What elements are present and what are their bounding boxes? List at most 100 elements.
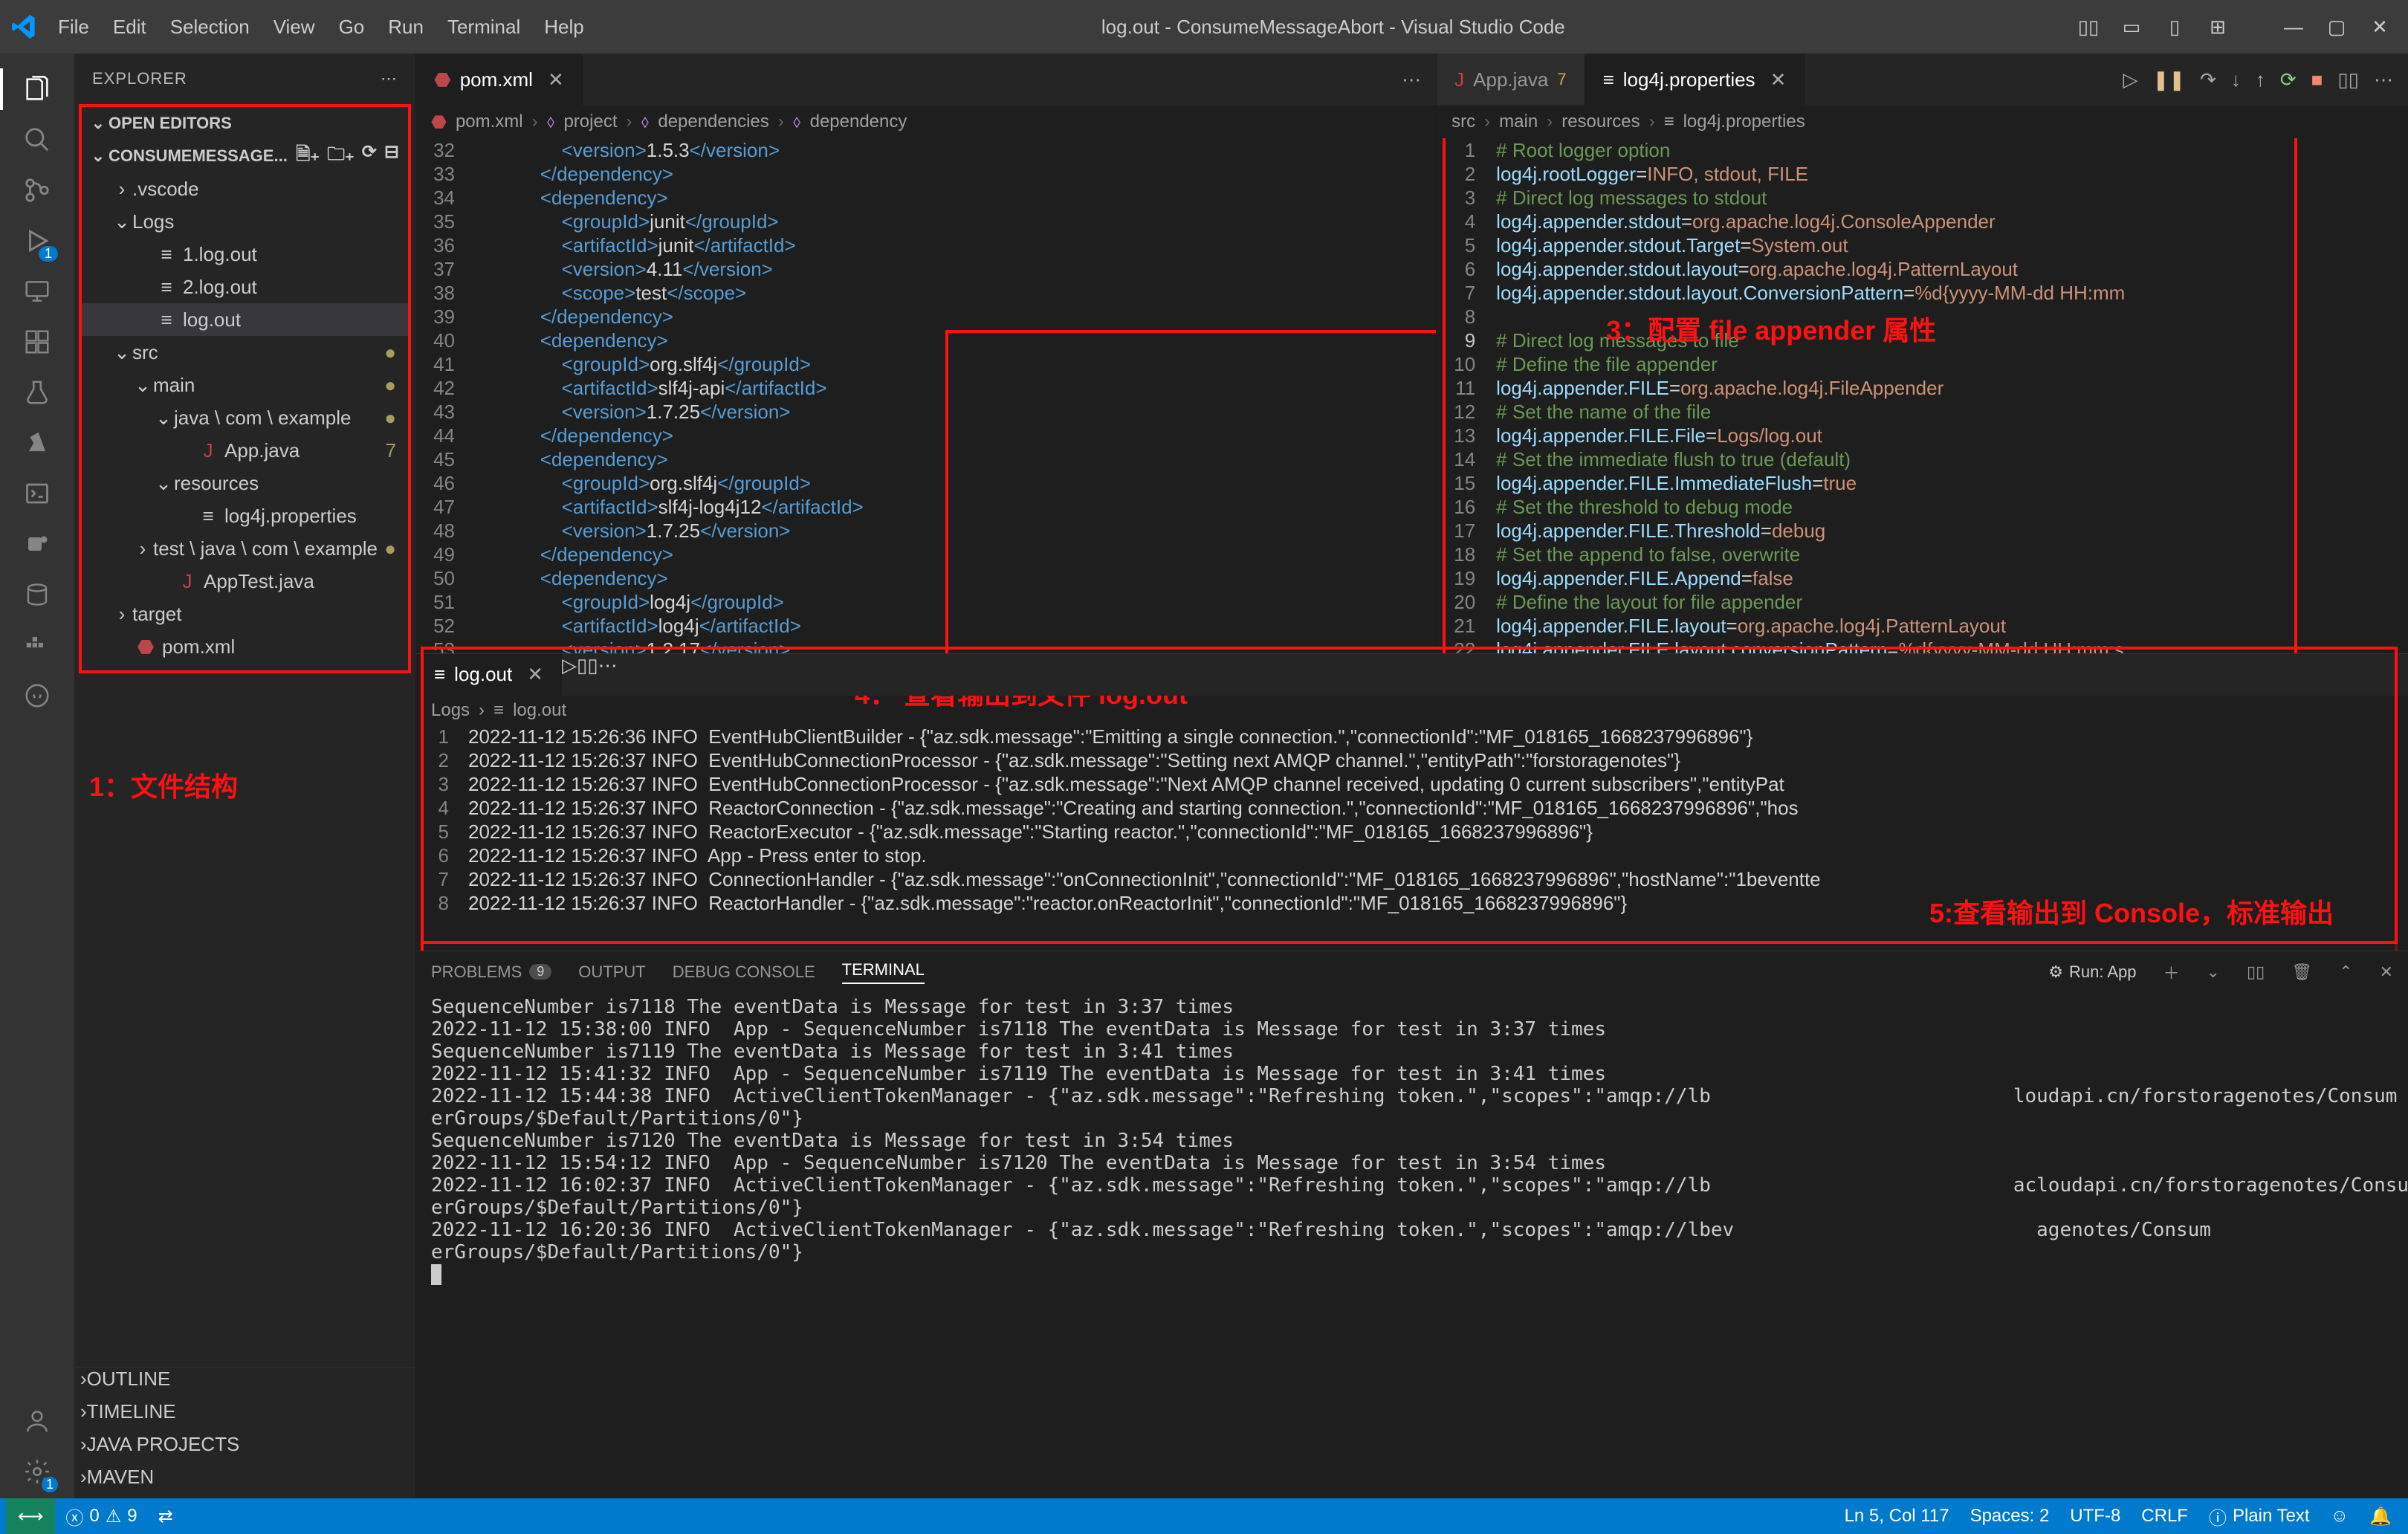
pause-icon[interactable]: ❚❚ <box>2152 68 2185 91</box>
split-icon[interactable]: ▯▯ <box>2337 68 2359 91</box>
tab-output[interactable]: OUTPUT <box>578 962 645 982</box>
tab-pom[interactable]: ⬣pom.xml✕ <box>416 54 583 106</box>
maven-section[interactable]: ›MAVEN <box>74 1466 415 1498</box>
menu-file[interactable]: File <box>48 11 100 43</box>
tree-item[interactable]: ⌄src● <box>82 336 408 369</box>
close-icon[interactable]: ✕ <box>2363 10 2396 43</box>
split-icon[interactable]: ▯▯ <box>577 654 598 676</box>
run-icon[interactable]: ▷ <box>562 654 577 676</box>
tab-log4j-prop[interactable]: ≡log4j.properties✕ <box>1585 54 1805 106</box>
collapse-icon[interactable]: ⊟ <box>384 141 399 172</box>
close-panel-icon[interactable]: ✕ <box>2380 962 2393 982</box>
extensions-icon[interactable] <box>13 318 61 366</box>
menu-view[interactable]: View <box>263 11 326 43</box>
test-icon[interactable] <box>13 369 61 416</box>
open-editors-section[interactable]: ⌄OPEN EDITORS <box>82 107 408 140</box>
tree-item[interactable]: ≡2.log.out <box>82 271 408 303</box>
database-icon[interactable] <box>13 571 61 618</box>
scm-icon[interactable] <box>13 166 61 214</box>
refresh-icon[interactable]: ⟳ <box>362 141 377 172</box>
menu-help[interactable]: Help <box>534 11 594 43</box>
more-icon[interactable]: ⋯ <box>381 69 398 88</box>
step-out-icon[interactable]: ↑ <box>2256 68 2265 91</box>
run-debug-icon[interactable]: 1 <box>13 217 61 265</box>
more-tab-icon[interactable]: ⋯ <box>1402 68 1421 91</box>
new-file-icon[interactable]: 🗎₊ <box>296 141 320 172</box>
tree-item[interactable]: JApp.java7 <box>82 434 408 467</box>
teams-icon[interactable] <box>13 520 61 568</box>
layout-custom-icon[interactable]: ⊞ <box>2201 10 2234 43</box>
more-icon[interactable]: ⋯ <box>2374 68 2393 91</box>
menu-go[interactable]: Go <box>328 11 375 43</box>
tree-item[interactable]: ≡1.log.out <box>82 238 408 271</box>
status-java[interactable]: ⇄ <box>148 1498 184 1534</box>
terminal-panel-icon[interactable] <box>13 470 61 517</box>
maximize-panel-icon[interactable]: ⌃ <box>2339 962 2352 982</box>
close-tab-icon[interactable]: ✕ <box>527 663 543 686</box>
status-language[interactable]: ⓘPlain Text <box>2198 1498 2320 1534</box>
tab-debug-console[interactable]: DEBUG CONSOLE <box>673 962 815 982</box>
tree-item[interactable]: ≡log.out <box>82 303 408 336</box>
explorer-icon[interactable] <box>13 65 61 113</box>
timeline-section[interactable]: ›TIMELINE <box>74 1400 415 1433</box>
status-eol[interactable]: CRLF <box>2131 1498 2198 1534</box>
tree-item[interactable]: ›target <box>82 598 408 630</box>
editor-pom[interactable]: 2：添加slf4j 依赖 32 <version>1.5.3</version>… <box>416 138 1436 653</box>
step-over-icon[interactable]: ↷ <box>2200 68 2216 91</box>
breadcrumb-left[interactable]: ⬣pom.xml› ⬨project› ⬨dependencies› ⬨depe… <box>416 106 1436 138</box>
terminal[interactable]: SequenceNumber is7118 The eventData is M… <box>416 993 2408 1499</box>
account-icon[interactable] <box>13 1397 61 1445</box>
azure-icon[interactable] <box>13 419 61 467</box>
status-encoding[interactable]: UTF-8 <box>2059 1498 2131 1534</box>
tab-logout[interactable]: ≡log.out✕ <box>416 654 562 696</box>
tree-item[interactable]: ≡log4j.properties <box>82 499 408 532</box>
remote-explorer-icon[interactable] <box>13 268 61 315</box>
tree-item[interactable]: ⌄java \ com \ example● <box>82 401 408 434</box>
add-terminal-icon[interactable]: ＋ <box>2163 960 2180 984</box>
status-position[interactable]: Ln 5, Col 117 <box>1834 1498 1960 1534</box>
docker-icon[interactable] <box>13 621 61 669</box>
search-icon[interactable] <box>13 116 61 164</box>
trash-icon[interactable]: 🗑 <box>2291 962 2312 982</box>
menu-run[interactable]: Run <box>378 11 434 43</box>
stop-icon[interactable]: ■ <box>2311 68 2323 91</box>
menu-edit[interactable]: Edit <box>103 11 157 43</box>
tab-terminal[interactable]: TERMINAL <box>842 960 925 984</box>
close-tab-icon[interactable]: ✕ <box>548 68 564 91</box>
chevron-down-icon[interactable]: ⌄ <box>2207 962 2220 982</box>
settings-gear-icon[interactable]: 1 <box>13 1448 61 1495</box>
run-app-label[interactable]: ⚙Run: App <box>2048 962 2136 982</box>
new-folder-icon[interactable]: 🗀₊ <box>327 141 355 172</box>
tree-item[interactable]: ›test \ java \ com \ example● <box>82 532 408 565</box>
tab-problems[interactable]: PROBLEMS9 <box>431 962 551 982</box>
breadcrumb-right[interactable]: src› main› resources› ≡log4j.properties <box>1437 106 2408 138</box>
tree-item[interactable]: ⌄resources <box>82 467 408 499</box>
tab-app-java[interactable]: JApp.java7 <box>1437 54 1585 106</box>
layout-bottom-icon[interactable]: ▭ <box>2115 10 2148 43</box>
status-bell-icon[interactable]: 🔔 <box>2359 1498 2402 1534</box>
minimize-icon[interactable]: — <box>2277 10 2310 43</box>
outline-section[interactable]: ›OUTLINE <box>74 1368 415 1400</box>
layout-right-icon[interactable]: ▯ <box>2158 10 2191 43</box>
step-into-icon[interactable]: ↓ <box>2231 68 2241 91</box>
run-icon[interactable]: ▷ <box>2123 68 2137 91</box>
maximize-icon[interactable]: ▢ <box>2320 10 2353 43</box>
project-section[interactable]: ⌄CONSUMEMESSAGE... 🗎₊ 🗀₊ ⟳ ⊟ <box>82 140 408 172</box>
tree-item[interactable]: ⌄Logs <box>82 205 408 238</box>
remote-indicator[interactable]: ⟷ <box>6 1498 55 1534</box>
java-projects-section[interactable]: ›JAVA PROJECTS <box>74 1433 415 1466</box>
copilot-icon[interactable] <box>13 672 61 719</box>
more-icon[interactable]: ⋯ <box>598 654 618 676</box>
tree-item[interactable]: ⌄main● <box>82 369 408 401</box>
split-terminal-icon[interactable]: ▯▯ <box>2247 962 2265 982</box>
tree-item[interactable]: JAppTest.java <box>82 565 408 598</box>
layout-left-icon[interactable]: ▯▯ <box>2072 10 2105 43</box>
tree-item[interactable]: ›.vscode <box>82 172 408 205</box>
status-spaces[interactable]: Spaces: 2 <box>1960 1498 2060 1534</box>
menu-selection[interactable]: Selection <box>160 11 260 43</box>
editor-log4j[interactable]: 3：配置 file appender 属性 1# Root logger opt… <box>1437 138 2408 653</box>
tree-item[interactable]: ⬣pom.xml <box>82 630 408 663</box>
status-feedback-icon[interactable]: ☺ <box>2320 1498 2360 1534</box>
status-errors[interactable]: ⓧ0⚠9 <box>55 1498 147 1534</box>
menu-terminal[interactable]: Terminal <box>437 11 531 43</box>
